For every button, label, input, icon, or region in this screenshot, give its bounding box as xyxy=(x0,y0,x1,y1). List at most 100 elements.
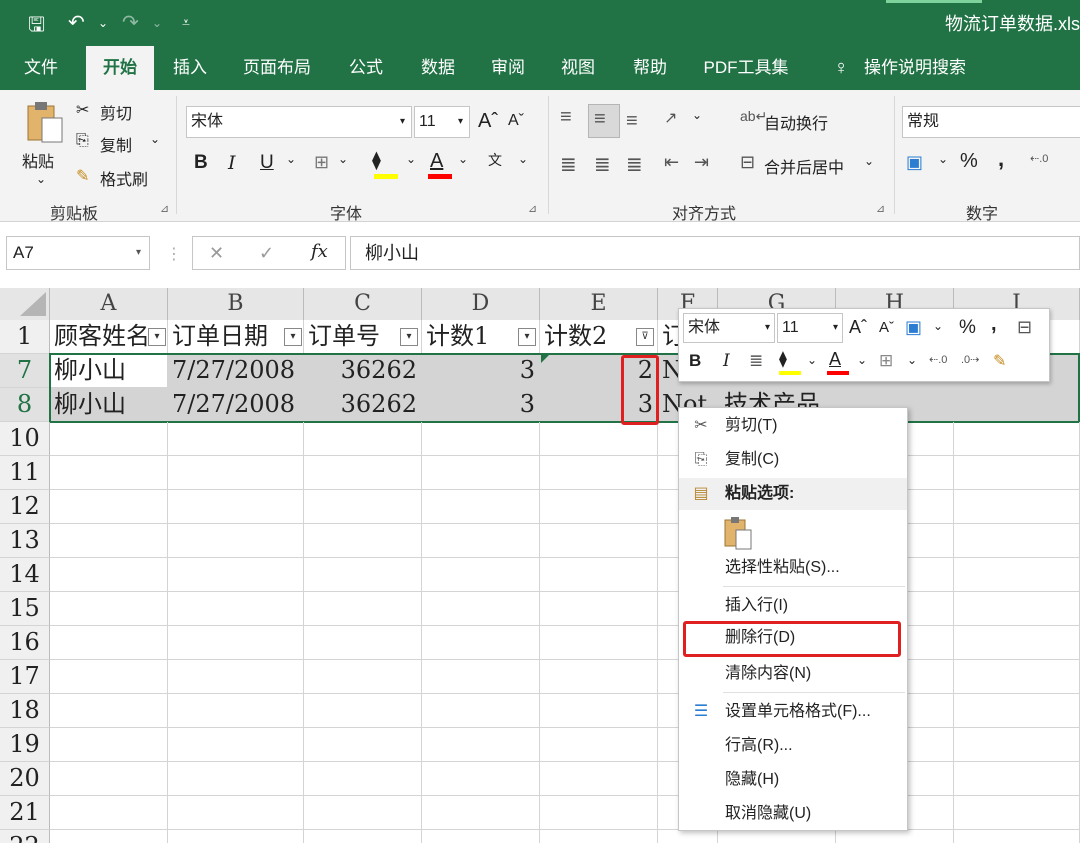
cell[interactable] xyxy=(540,762,658,796)
border-icon[interactable]: ⊞ xyxy=(879,351,893,371)
phonetic-icon[interactable]: 文 xyxy=(488,150,502,170)
redo-icon[interactable]: ↷ xyxy=(122,10,139,35)
chevron-down-icon[interactable]: ⌄ xyxy=(152,16,162,30)
cell[interactable] xyxy=(168,524,304,558)
cell[interactable]: 36262 xyxy=(304,354,422,388)
chevron-down-icon[interactable]: ⌄ xyxy=(807,353,817,367)
filter-dropdown-icon[interactable]: ▾ xyxy=(284,328,302,346)
increase-indent-icon[interactable]: ⇥ xyxy=(694,152,709,173)
cell[interactable] xyxy=(50,830,168,843)
cell[interactable] xyxy=(422,422,540,456)
cell[interactable] xyxy=(540,592,658,626)
cell[interactable] xyxy=(168,490,304,524)
mini-comma-button[interactable]: , xyxy=(991,313,997,336)
name-box[interactable]: A7 ▾ xyxy=(6,236,150,270)
tab-file[interactable]: 文件 xyxy=(12,46,70,90)
cell[interactable] xyxy=(954,762,1080,796)
chevron-down-icon[interactable]: ⌄ xyxy=(36,172,46,186)
align-right-icon[interactable]: ≣ xyxy=(626,152,643,177)
cell[interactable] xyxy=(50,422,168,456)
chevron-down-icon[interactable]: ⌄ xyxy=(98,16,108,30)
cell[interactable] xyxy=(422,796,540,830)
cell[interactable] xyxy=(954,422,1080,456)
cell[interactable] xyxy=(168,626,304,660)
comma-button[interactable]: , xyxy=(998,146,1004,172)
paste-label[interactable]: 粘贴 xyxy=(22,148,54,172)
cell[interactable] xyxy=(304,660,422,694)
cell[interactable] xyxy=(954,626,1080,660)
underline-button[interactable]: U xyxy=(260,152,274,174)
column-header[interactable]: B xyxy=(168,288,304,320)
cell[interactable] xyxy=(540,660,658,694)
cell[interactable] xyxy=(168,694,304,728)
align-top-icon[interactable]: ≡ xyxy=(560,106,572,129)
decrease-indent-icon[interactable]: ⇤ xyxy=(664,152,679,173)
cell[interactable] xyxy=(304,456,422,490)
cell[interactable] xyxy=(304,490,422,524)
customize-icon[interactable]: ⩡ xyxy=(182,14,190,31)
cell[interactable] xyxy=(168,456,304,490)
cell[interactable] xyxy=(422,830,540,843)
align-bottom-icon[interactable]: ≡ xyxy=(626,110,638,133)
chevron-down-icon[interactable]: ⌄ xyxy=(692,108,702,122)
italic-button[interactable]: I xyxy=(228,152,236,174)
cell[interactable] xyxy=(422,456,540,490)
menu-item-row-height[interactable]: 行高(R)... xyxy=(679,730,907,762)
format-painter-icon[interactable]: ✎ xyxy=(993,351,1006,371)
row-header[interactable]: 16 xyxy=(0,626,50,660)
tab-pdf-tools[interactable]: PDF工具集 xyxy=(694,46,798,90)
cell[interactable] xyxy=(422,660,540,694)
increase-decimal-icon[interactable]: ⇠.0 xyxy=(929,353,947,366)
dialog-launcher-icon[interactable]: ⊿ xyxy=(876,202,885,215)
formula-input[interactable]: 柳小山 xyxy=(350,236,1080,270)
cell[interactable] xyxy=(168,762,304,796)
cell[interactable] xyxy=(50,524,168,558)
cell[interactable] xyxy=(50,728,168,762)
chevron-down-icon[interactable]: ⌄ xyxy=(150,132,160,146)
cell[interactable]: 3 xyxy=(422,388,540,422)
cell[interactable] xyxy=(168,422,304,456)
undo-icon[interactable]: ↶ xyxy=(68,10,85,35)
increase-decimal-icon[interactable]: ⇠.0 xyxy=(1030,152,1048,165)
cell[interactable] xyxy=(954,558,1080,592)
decrease-font-icon[interactable]: Aˇ xyxy=(879,319,894,336)
cell[interactable] xyxy=(540,796,658,830)
chevron-down-icon[interactable]: ⌄ xyxy=(933,319,943,333)
mini-italic-button[interactable]: I xyxy=(723,351,730,371)
cell[interactable] xyxy=(540,490,658,524)
currency-icon[interactable]: ▣ xyxy=(906,152,923,173)
tab-home[interactable]: 开始 xyxy=(86,46,154,90)
chevron-down-icon[interactable]: ⌄ xyxy=(458,152,468,166)
row-header[interactable]: 1 xyxy=(0,320,50,354)
cancel-icon[interactable]: ✕ xyxy=(209,243,224,264)
cell[interactable] xyxy=(954,456,1080,490)
chevron-down-icon[interactable]: ⌄ xyxy=(907,353,917,367)
cell[interactable] xyxy=(540,694,658,728)
cell[interactable] xyxy=(304,558,422,592)
font-name-combo[interactable]: 宋体 ▾ xyxy=(186,106,412,138)
cell[interactable] xyxy=(954,694,1080,728)
row-header[interactable]: 12 xyxy=(0,490,50,524)
cell[interactable]: 7/27/2008 xyxy=(168,354,304,388)
paste-icon[interactable] xyxy=(24,100,64,144)
tab-formulas[interactable]: 公式 xyxy=(336,46,396,90)
cell[interactable] xyxy=(954,592,1080,626)
chevron-down-icon[interactable]: ⌄ xyxy=(938,152,948,166)
font-color-icon[interactable]: A xyxy=(829,349,841,370)
menu-item-format-cells[interactable]: ☰ 设置单元格格式(F)... xyxy=(679,696,907,728)
cell[interactable] xyxy=(168,728,304,762)
percent-button[interactable]: % xyxy=(960,150,978,173)
font-color-icon[interactable]: A xyxy=(430,150,443,173)
tab-page-layout[interactable]: 页面布局 xyxy=(232,46,322,90)
cell[interactable] xyxy=(304,830,422,843)
save-icon[interactable]: 🖫 xyxy=(28,10,45,44)
row-header[interactable]: 13 xyxy=(0,524,50,558)
cell[interactable] xyxy=(304,762,422,796)
cell[interactable]: 7/27/2008 xyxy=(168,388,304,422)
row-header[interactable]: 14 xyxy=(0,558,50,592)
cell[interactable] xyxy=(718,830,836,843)
decrease-decimal-icon[interactable]: .0⇢ xyxy=(961,353,979,366)
cell[interactable] xyxy=(50,626,168,660)
menu-item-copy[interactable]: ⎘ 复制(C) xyxy=(679,444,907,476)
tab-view[interactable]: 视图 xyxy=(548,46,608,90)
